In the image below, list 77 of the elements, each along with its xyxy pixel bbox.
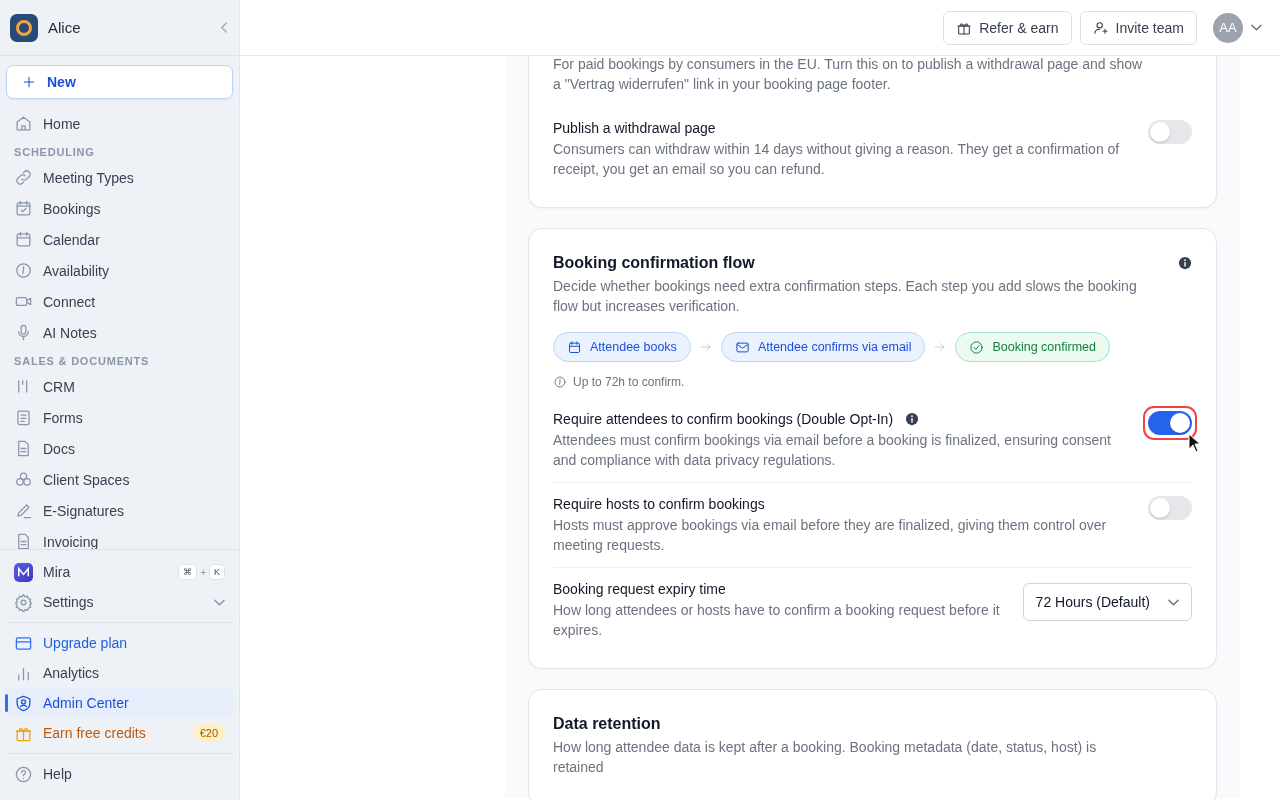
nav-item[interactable]: Earn free credits €20 xyxy=(0,718,233,748)
home-icon xyxy=(14,114,33,133)
setting-description: How long attendees or hosts have to confirm a booking request before it expires. xyxy=(553,601,1001,640)
pen-icon xyxy=(14,501,33,520)
toggle-switch[interactable] xyxy=(1143,406,1197,440)
nav-item[interactable]: Home xyxy=(0,108,233,139)
section-heading: SCHEDULING xyxy=(13,145,96,160)
nav-item[interactable]: CRM xyxy=(0,371,233,402)
chevron-down-icon xyxy=(214,598,225,606)
chevron-down-icon xyxy=(1168,598,1179,606)
invite-button[interactable]: Invite team xyxy=(1079,10,1197,45)
help-item[interactable]: Help xyxy=(0,759,233,789)
expiry-dropdown[interactable]: 72 Hours (Default) xyxy=(1022,583,1192,621)
logo-icon xyxy=(10,13,38,42)
nav-item[interactable]: Meeting Types xyxy=(0,162,233,193)
shield-icon xyxy=(14,693,33,713)
flow-step: Attendee books xyxy=(553,332,691,362)
check-circle-icon xyxy=(969,339,985,355)
help-icon xyxy=(14,764,33,784)
key-cap: ⌘ xyxy=(178,564,198,580)
cursor-icon xyxy=(1188,433,1202,453)
gear-icon xyxy=(14,592,33,612)
setting-label: Require attendees to confirm bookings (Double Opt-In) xyxy=(553,411,894,427)
nav-item[interactable]: AI Notes xyxy=(0,317,233,348)
confirm-note: Up to 72h to confirm. xyxy=(553,375,1192,389)
new-button[interactable]: New xyxy=(6,65,233,99)
upgrade-link[interactable]: Upgrade plan xyxy=(0,628,233,658)
setting-description: Attendees must confirm bookings via email before a booking is finalized, ensuring consent and compliance with data privacy regulations. xyxy=(553,431,1112,470)
setting-label: Booking request expiry time xyxy=(553,581,726,597)
card-title: Booking confirmation flow xyxy=(553,254,755,272)
bookings-icon xyxy=(14,199,33,218)
card-description: Decide whether bookings need extra confirmation steps. Each step you add slows the booking flow but increases verification. xyxy=(553,277,1138,316)
nav-item[interactable]: Forms xyxy=(0,402,233,433)
info-icon[interactable] xyxy=(905,412,920,426)
assistant-item[interactable]: Mira ⌘ + K xyxy=(0,557,233,587)
setting-description: Consumers can withdraw within 14 days without giving a reason. They get a confirmation of receipt, you get an email so you can refund. xyxy=(553,140,1121,179)
nav-item[interactable]: Docs xyxy=(0,433,233,464)
chevron-down-icon xyxy=(1251,24,1262,31)
calendar-icon xyxy=(567,339,582,355)
calendar-icon xyxy=(14,230,33,249)
spaces-icon xyxy=(14,470,33,489)
refer-button[interactable]: Refer & earn xyxy=(943,10,1072,45)
clock-icon xyxy=(14,261,33,280)
section-heading: SALES & DOCUMENTS xyxy=(13,354,151,369)
nav-item[interactable]: Calendar xyxy=(0,224,233,255)
info-icon[interactable] xyxy=(1178,256,1192,270)
chevron-left-icon xyxy=(221,22,227,33)
forms-icon xyxy=(14,408,33,427)
assistant-icon xyxy=(14,562,33,582)
credit-badge: €20 xyxy=(192,724,225,742)
nav-item[interactable]: Connect xyxy=(0,286,233,317)
mail-icon xyxy=(734,339,750,355)
setting-label: Publish a withdrawal page xyxy=(553,120,716,136)
clock-icon xyxy=(553,375,567,389)
workspace-name: Alice xyxy=(48,19,82,36)
key-cap: K xyxy=(209,564,225,580)
card-description: For paid bookings by consumers in the EU. Turn this on to publish a withdrawal page and show a "Vertrag widerrufen" link in your booking page footer. xyxy=(553,56,1143,94)
arrow-right-icon xyxy=(698,340,713,354)
setting-label: Require hosts to confirm bookings xyxy=(553,496,765,512)
setting-description: Hosts must approve bookings via email before they are finalized, giving them control over meeting requests. xyxy=(553,516,1108,555)
settings-item[interactable]: Settings xyxy=(0,587,233,617)
flow-step: Attendee confirms via email xyxy=(720,332,926,362)
nav-item[interactable]: Admin Center xyxy=(6,688,233,718)
flow-step: Booking confirmed xyxy=(955,332,1110,362)
arrow-right-icon xyxy=(933,340,948,354)
nav-item[interactable]: Analytics xyxy=(0,658,233,688)
nav-item[interactable]: Client Spaces xyxy=(0,464,233,495)
plus-icon xyxy=(21,74,37,90)
nav-item[interactable]: Bookings xyxy=(0,193,233,224)
link-icon xyxy=(14,168,33,187)
plus-sign: + xyxy=(200,566,206,578)
user-plus-icon xyxy=(1092,19,1109,36)
card-title: Data retention xyxy=(553,715,661,733)
nav-item[interactable]: Availability xyxy=(0,255,233,286)
card-description: How long attendee data is kept after a booking. Booking metadata (date, status, host) is retained xyxy=(553,738,1098,777)
nav-item[interactable]: E-Signatures xyxy=(0,495,233,526)
nav-item[interactable]: Invoicing xyxy=(0,526,233,549)
